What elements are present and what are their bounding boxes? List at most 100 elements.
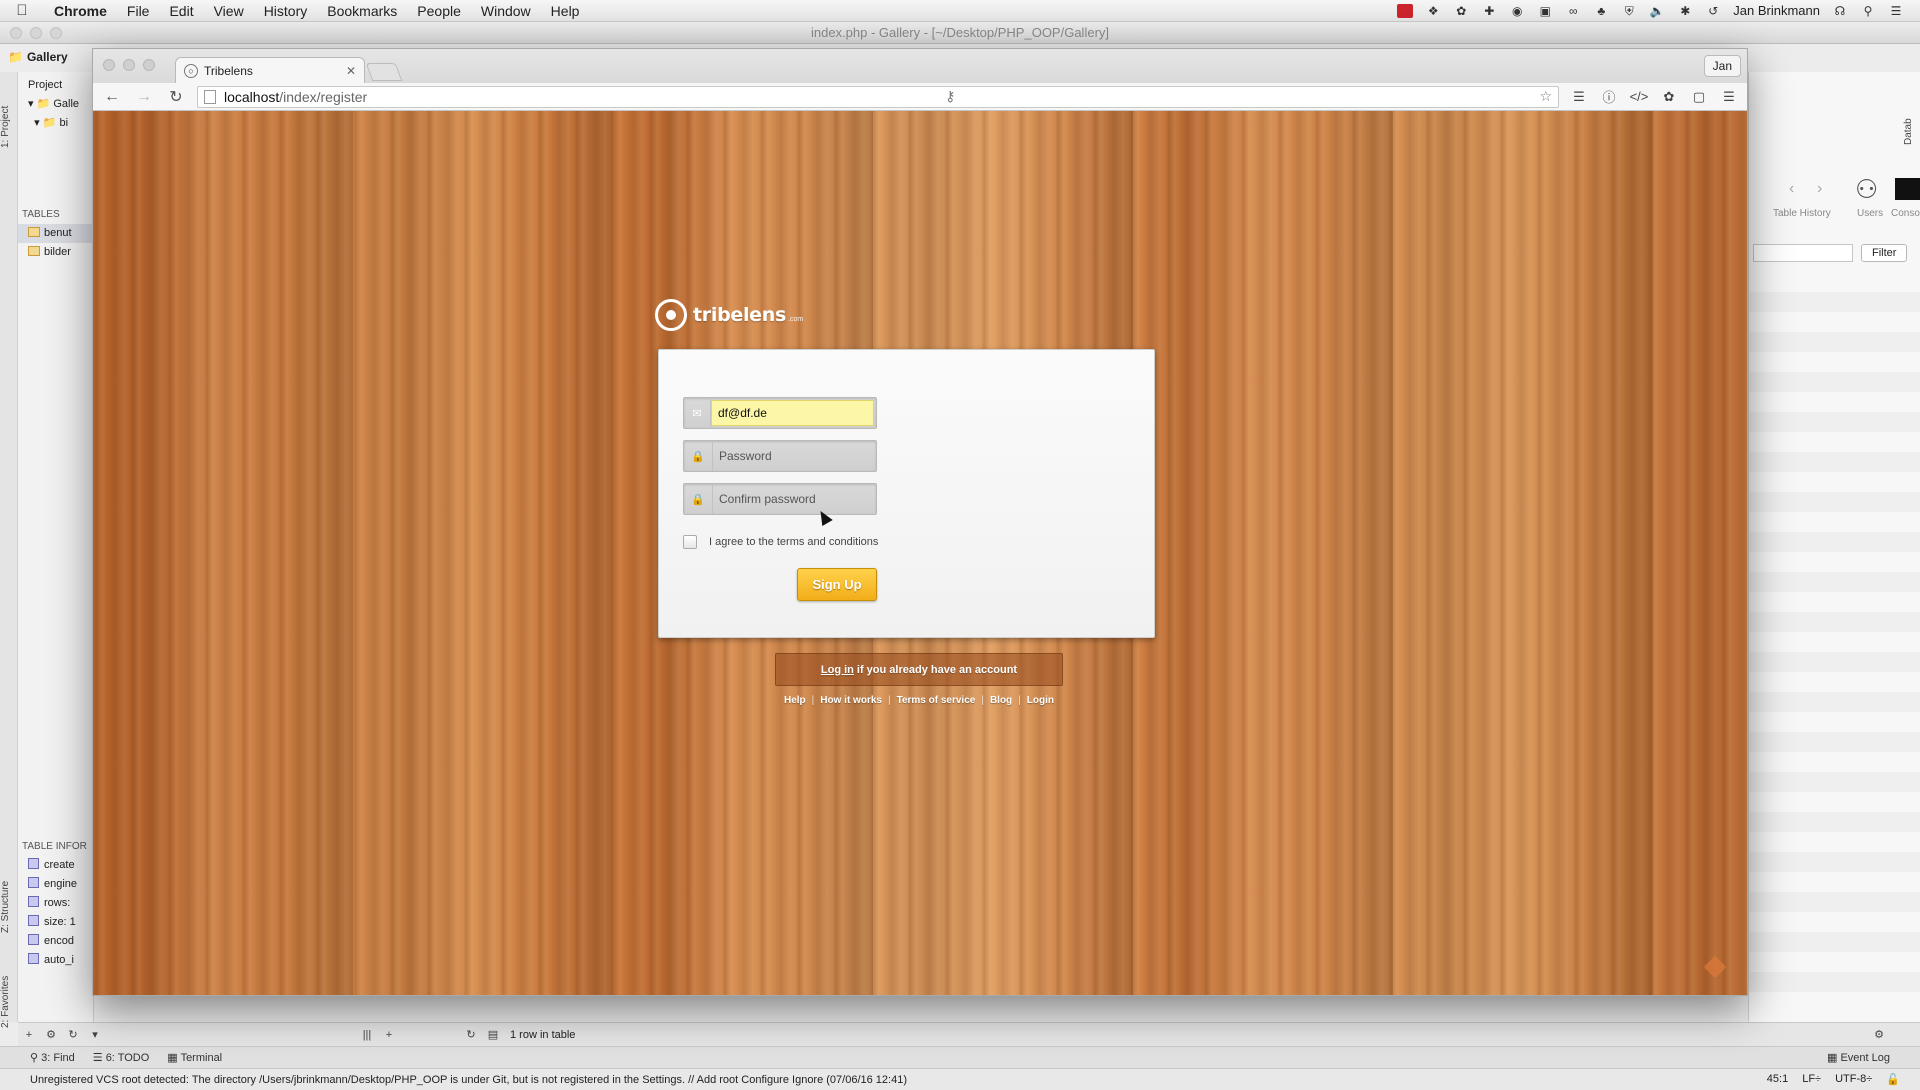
code-extension-icon[interactable]: </> [1629,87,1649,107]
headphones-icon[interactable]: ☊ [1832,4,1848,18]
gear-icon[interactable]: ⚙ [40,1028,62,1041]
add-icon[interactable]: + [378,1029,400,1041]
chrome-zoom-button[interactable] [143,59,155,71]
table-view-icon[interactable]: ▤ [482,1028,504,1041]
table-info-item[interactable]: create [18,856,93,875]
splitter-icon[interactable]: ||| [356,1029,378,1041]
layers-extension-icon[interactable]: ☰ [1569,87,1589,107]
address-bar[interactable]: localhost/index/register ⚷ ☆ [197,85,1559,108]
console-label[interactable]: Conso [1891,208,1920,219]
tool-tab-favorites[interactable]: 2: Favorites [0,967,18,1037]
password-input[interactable] [713,443,874,469]
tool-tab-terminal[interactable]: ▦ Terminal [167,1051,222,1064]
tool-tab-todo[interactable]: ☰ 6: TODO [93,1051,150,1064]
chrome-minimize-button[interactable] [123,59,135,71]
menu-bookmarks[interactable]: Bookmarks [317,0,407,22]
back-arrow-icon[interactable]: ← [101,86,123,108]
ide-minimize-button[interactable] [30,27,42,39]
corner-badge-icon[interactable] [1703,955,1727,979]
table-item[interactable]: bilder [18,243,93,262]
settings-gear-icon[interactable]: ⚙ [1868,1028,1890,1041]
menu-app-chrome[interactable]: Chrome [44,0,117,22]
sign-up-button[interactable]: Sign Up [797,568,877,601]
menu-view[interactable]: View [204,0,254,22]
users-label[interactable]: Users [1857,208,1883,219]
terms-agreement[interactable]: I agree to the terms and conditions [683,535,878,549]
dropbox-icon[interactable]: ❖ [1425,4,1441,18]
menu-people[interactable]: People [407,0,471,22]
refresh-icon[interactable]: ↻ [62,1028,84,1041]
apple-menu-icon[interactable]:  [0,2,44,19]
ide-close-button[interactable] [10,27,22,39]
footer-link-login[interactable]: Login [1027,695,1054,706]
table-info-item[interactable]: rows: [18,894,93,913]
table-info-item[interactable]: size: 1 [18,913,93,932]
login-link[interactable]: Log in [821,664,854,676]
plus-cross-icon[interactable]: ✚ [1481,4,1497,18]
new-tab-button[interactable] [365,63,403,81]
tribelens-logo[interactable]: tribelens .com [655,299,803,331]
add-row-icon[interactable]: + [18,1029,40,1041]
terms-checkbox[interactable] [683,535,697,549]
menu-help[interactable]: Help [541,0,590,22]
notification-center-icon[interactable]: ☰ [1888,4,1904,18]
record-status-icon[interactable] [1397,3,1414,18]
table-item[interactable]: benut [18,224,93,243]
footer-link-blog[interactable]: Blog [990,695,1012,706]
tool-tab-structure[interactable]: Z: Structure [0,867,18,947]
forward-arrow-icon[interactable]: → [133,86,155,108]
key-icon[interactable]: ⚷ [945,88,961,105]
creative-cloud-icon[interactable]: ∞ [1565,4,1581,18]
time-machine-icon[interactable]: ↺ [1705,4,1721,18]
tool-tab-database[interactable]: Datab [1903,102,1920,162]
profile-button[interactable]: Jan [1703,55,1741,77]
forward-arrow-icon[interactable]: › [1817,180,1822,198]
browser-tab[interactable]: ○ Tribelens ✕ [175,57,365,83]
footer-link-how-it-works[interactable]: How it works [820,695,882,706]
console-icon[interactable] [1895,178,1920,200]
footer-link-help[interactable]: Help [784,695,806,706]
spotlight-search-icon[interactable]: ⚲ [1860,4,1876,18]
users-icon[interactable]: ⚇ [1855,174,1878,205]
filter-button[interactable]: Filter [1861,244,1908,262]
evernote-extension-icon[interactable]: ✿ [1659,87,1679,107]
email-input[interactable] [711,400,874,426]
bluetooth-icon[interactable]: ✱ [1677,4,1693,18]
tool-tab-find[interactable]: ⚲ 3: Find [30,1051,75,1064]
event-log-tab[interactable]: ▦ Event Log [1827,1051,1890,1064]
menu-window[interactable]: Window [471,0,541,22]
table-info-item[interactable]: engine [18,875,93,894]
tree-child[interactable]: ▾ 📁 bi [18,114,93,133]
filter-icon[interactable]: ▾ [84,1028,106,1041]
onepassword-extension-icon[interactable]: ⓘ [1599,87,1619,107]
tab-close-icon[interactable]: ✕ [346,64,356,78]
back-arrow-icon[interactable]: ‹ [1789,180,1794,198]
project-panel-tab[interactable]: Project [18,76,93,95]
table-info-item[interactable]: encod [18,932,93,951]
chrome-close-button[interactable] [103,59,115,71]
screen-extension-icon[interactable]: ▢ [1689,87,1709,107]
evernote-icon[interactable]: ✿ [1453,4,1469,18]
tree-root[interactable]: ▾ 📁 Galle [18,95,93,114]
table-info-item[interactable]: auto_i [18,951,93,970]
menubar-user-name[interactable]: Jan Brinkmann [1733,3,1820,18]
reload-icon[interactable]: ↻ [460,1028,482,1041]
menu-history[interactable]: History [254,0,318,22]
footer-link-terms[interactable]: Terms of service [897,695,976,706]
app-status-icon[interactable]: ▣ [1537,4,1553,18]
menu-edit[interactable]: Edit [159,0,203,22]
onepassword-icon[interactable]: ◉ [1509,4,1525,18]
volume-icon[interactable]: 🔈 [1649,4,1665,18]
tool-tab-project[interactable]: 1: Project [0,92,18,162]
filter-input[interactable] [1753,244,1853,262]
menu-file[interactable]: File [117,0,160,22]
bookmark-star-icon[interactable]: ☆ [1539,88,1558,105]
reload-icon[interactable]: ↻ [165,86,187,108]
confirm-password-input[interactable] [713,486,874,512]
chrome-menu-icon[interactable]: ☰ [1719,87,1739,107]
ide-zoom-button[interactable] [50,27,62,39]
table-history-label[interactable]: Table History [1773,208,1831,219]
shield-icon[interactable]: ⛨ [1621,4,1637,18]
breadcrumb-project[interactable]: Gallery [27,50,68,64]
elephant-icon[interactable]: ♣ [1593,4,1609,18]
